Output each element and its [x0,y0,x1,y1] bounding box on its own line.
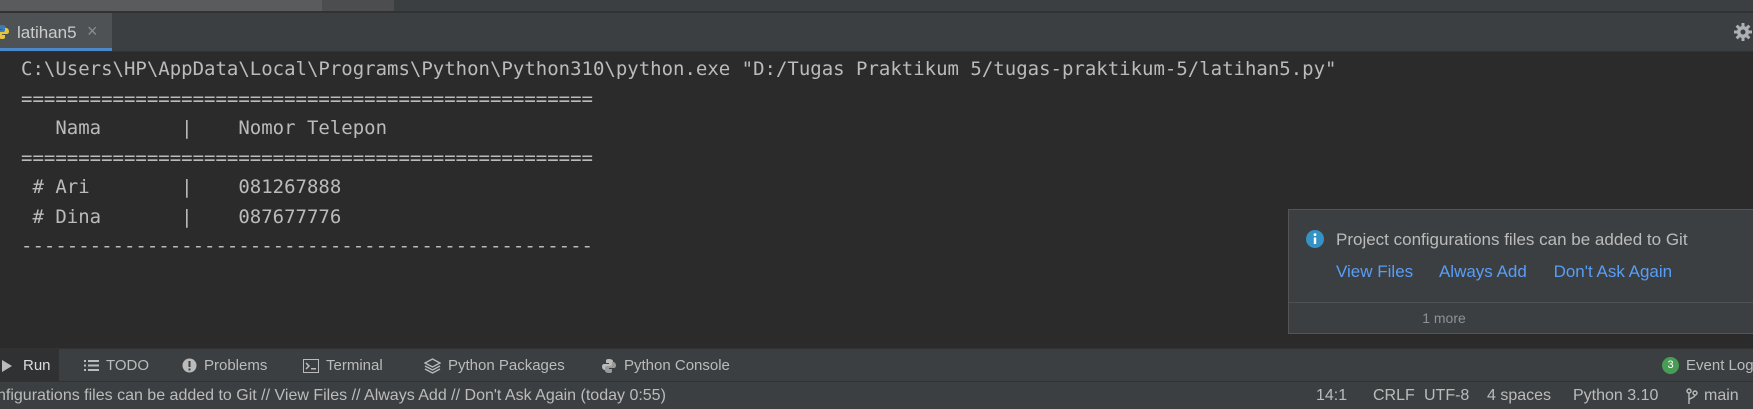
play-icon [2,359,12,372]
tool-window-terminal[interactable]: Terminal [303,349,383,382]
scrollbar-track-segment [322,0,394,11]
file-encoding[interactable]: UTF-8 [1424,387,1469,405]
scrollbar-thumb[interactable] [0,0,322,11]
tool-window-bar: Run TODO Problems Terminal Python Packag… [0,348,1753,382]
console-line: # Dina | 087677776 [21,206,342,228]
run-tab-latihan5[interactable]: latihan5 × [0,13,112,51]
python-icon [0,25,9,39]
status-message[interactable]: nfigurations files can be added to Git /… [0,387,666,405]
tool-window-todo[interactable]: TODO [84,349,149,382]
tool-window-label: TODO [106,357,150,374]
branch-icon [1686,388,1698,404]
tool-window-run[interactable]: Run [0,349,59,382]
tool-window-label: Terminal [326,357,383,374]
python-icon [602,358,616,373]
git-notification-balloon: Project configurations files can be adde… [1288,209,1753,334]
console-line: Nama | Nomor Telepon [21,117,388,139]
info-icon [1306,230,1324,248]
branch-name: main [1704,387,1739,404]
divider [1289,302,1753,303]
alert-icon [182,358,197,373]
terminal-icon [303,358,319,373]
git-branch[interactable]: main [1686,387,1739,405]
tool-window-label: Python Console [624,357,730,374]
notification-actions: View Files Always Add Don't Ask Again [1336,262,1694,282]
notification-message: Project configurations files can be adde… [1336,230,1688,249]
console-line: C:\Users\HP\AppData\Local\Programs\Pytho… [21,58,1337,80]
tool-window-event-log[interactable]: 3 Event Log [1662,349,1753,382]
more-notifications-link[interactable]: 1 more [1289,310,1599,326]
gear-icon[interactable] [1733,22,1753,42]
editor-scrollbar-strip[interactable] [0,0,1753,13]
ide-window: latihan5 × C:\Users\HP\AppData\Local\Pro… [0,0,1753,409]
console-line: ========================================… [21,147,593,169]
tool-window-label: Event Log [1686,357,1753,374]
dont-ask-again-link[interactable]: Don't Ask Again [1554,262,1673,281]
python-interpreter[interactable]: Python 3.10 [1573,387,1658,405]
console-line: # Ari | 081267888 [21,176,342,198]
layers-icon [424,357,441,374]
close-icon[interactable]: × [87,21,98,42]
console-line: ========================================… [21,88,593,110]
event-count-badge: 3 [1662,357,1679,374]
indent-setting[interactable]: 4 spaces [1487,387,1551,405]
tool-window-label: Python Packages [448,357,565,374]
run-tab-bar: latihan5 × [0,13,1753,52]
view-files-link[interactable]: View Files [1336,262,1413,281]
tool-window-problems[interactable]: Problems [182,349,267,382]
console-line: ----------------------------------------… [21,235,593,257]
always-add-link[interactable]: Always Add [1439,262,1527,281]
tool-window-python-console[interactable]: Python Console [601,349,730,382]
list-icon [84,360,99,371]
caret-position[interactable]: 14:1 [1316,387,1347,405]
line-separator[interactable]: CRLF [1373,387,1415,405]
tab-label: latihan5 [17,23,77,42]
tool-window-python-packages[interactable]: Python Packages [424,349,565,382]
tool-window-label: Run [23,357,51,374]
status-bar: nfigurations files can be added to Git /… [0,381,1753,409]
tool-window-label: Problems [204,357,268,374]
